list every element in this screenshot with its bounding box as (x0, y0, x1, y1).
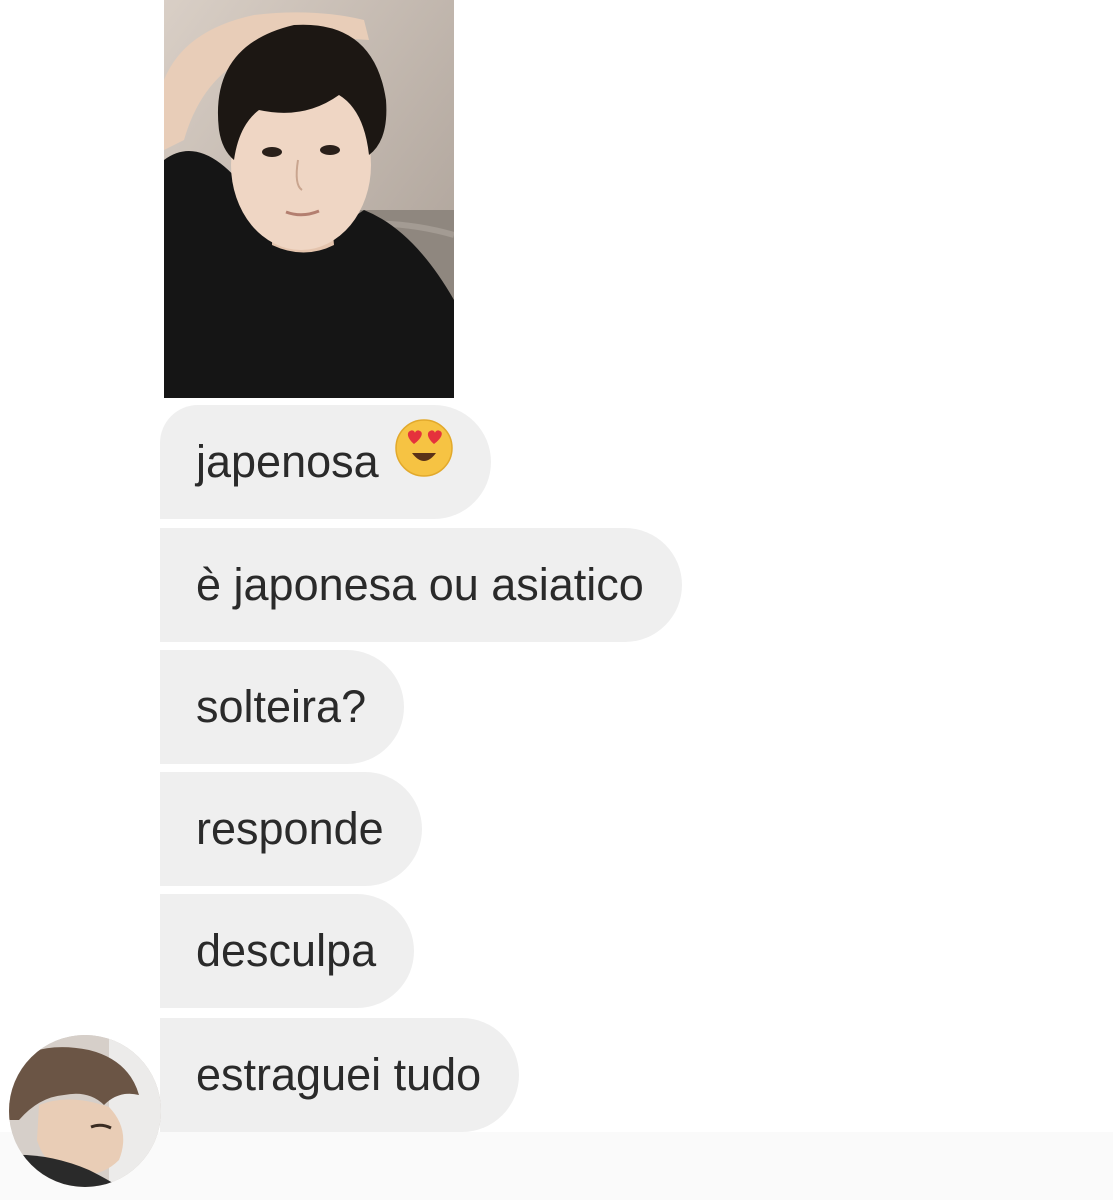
message-bubble[interactable]: desculpa (160, 894, 415, 1008)
sender-avatar[interactable] (9, 1035, 161, 1187)
message-text: solteira? (196, 681, 367, 732)
message-bubble[interactable]: solteira? (160, 650, 405, 764)
message-text: estraguei tudo (196, 1049, 482, 1100)
footer-strip (0, 1132, 1113, 1200)
message-text: desculpa (196, 925, 377, 976)
chat-thread: japenosa è japonesa ou asiatico solteira… (0, 0, 1113, 1200)
shared-photo[interactable] (164, 0, 454, 398)
message-text: japenosa (196, 436, 379, 487)
message-bubble[interactable]: japenosa (160, 405, 491, 519)
heart-eyes-emoji-icon (394, 405, 453, 519)
message-text: responde (196, 803, 384, 854)
message-bubble[interactable]: responde (160, 772, 422, 886)
message-text: è japonesa ou asiatico (196, 559, 644, 610)
message-bubble[interactable]: è japonesa ou asiatico (160, 528, 682, 642)
message-bubble[interactable]: estraguei tudo (160, 1018, 520, 1132)
